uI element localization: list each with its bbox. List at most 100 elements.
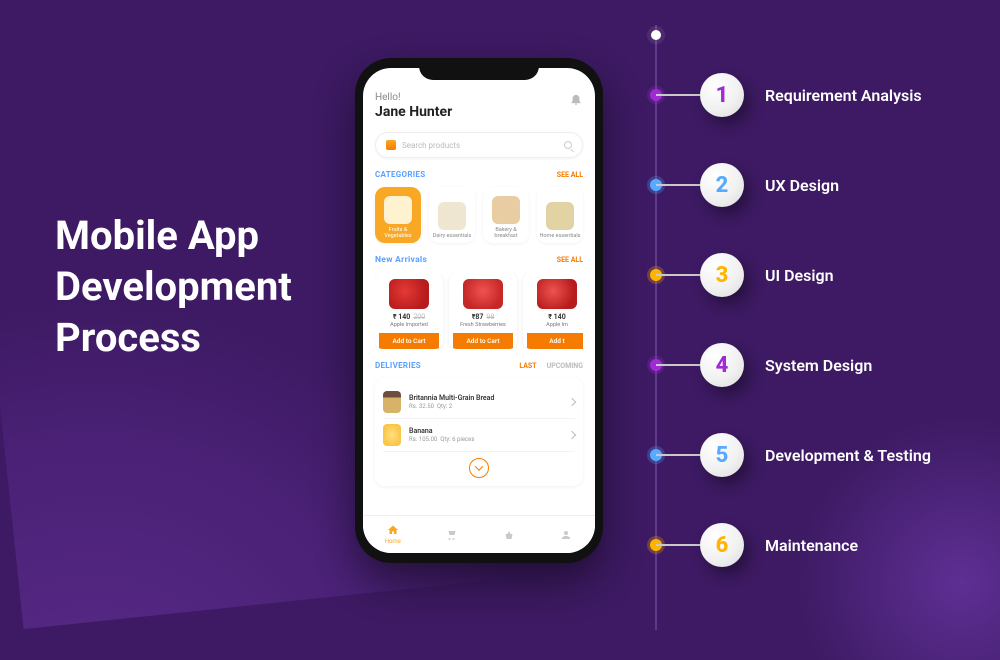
headline-line-1: Mobile App (55, 210, 292, 261)
step-node-5: 5 (700, 433, 744, 477)
step-number: 6 (716, 533, 729, 558)
timeline-start-dot (651, 30, 661, 40)
category-item[interactable]: Dairy essentials (429, 187, 475, 243)
delivery-image (383, 391, 401, 413)
product-card[interactable]: ₹ 140200 Apple Imported Add to Cart (375, 273, 443, 349)
process-timeline (655, 25, 657, 630)
step-node-3: 3 (700, 253, 744, 297)
step-node-6: 6 (700, 523, 744, 567)
delivery-qty: Qty: 2 (437, 403, 452, 410)
nav-basket[interactable] (502, 529, 516, 541)
product-image (389, 279, 429, 309)
nav-home[interactable]: Home (385, 524, 401, 545)
step-node-4: 4 (700, 343, 744, 387)
search-placeholder: Search products (402, 141, 460, 150)
delivery-qty: Qty: 6 pieces (440, 436, 474, 443)
step-node-2: 2 (700, 163, 744, 207)
delivery-name: Banana (409, 427, 561, 435)
category-item[interactable]: Fruits & Vegetables (375, 187, 421, 243)
category-item[interactable]: Bakery & breakfast (483, 187, 529, 243)
product-card[interactable]: ₹ 140 Apple Im Add t (523, 273, 583, 349)
arrivals-see-all[interactable]: SEE ALL (557, 256, 583, 264)
step-label: Development & Testing (765, 446, 931, 465)
step-label: Maintenance (765, 536, 858, 555)
search-input[interactable]: Search products (375, 132, 583, 158)
product-name: Apple Imported (390, 322, 428, 328)
product-old-price: 200 (413, 313, 425, 321)
product-image (537, 279, 577, 309)
chevron-right-icon (568, 398, 576, 406)
product-old-price: 98 (486, 313, 494, 321)
add-to-cart-button[interactable]: Add to Cart (379, 333, 439, 349)
step-label: System Design (765, 356, 872, 375)
background-blob (780, 400, 1000, 660)
category-label: Home essentials (539, 233, 580, 239)
nav-profile[interactable] (559, 529, 573, 541)
user-name: Jane Hunter (375, 104, 452, 120)
connector-line (656, 94, 700, 96)
cart-icon (444, 529, 458, 541)
step-number: 2 (716, 173, 729, 198)
page-title: Mobile App Development Process (55, 210, 292, 364)
product-price: ₹87 (472, 313, 484, 321)
step-label: UX Design (765, 176, 839, 195)
step-label: UI Design (765, 266, 834, 285)
tab-upcoming[interactable]: UPCOMING (547, 362, 583, 370)
category-label: Dairy essentials (433, 233, 472, 239)
basket-icon (502, 529, 516, 541)
delivery-row[interactable]: Britannia Multi-Grain Bread Rs. 32.50 Qt… (383, 386, 575, 419)
delivery-image (383, 424, 401, 446)
product-price: ₹ 140 (393, 313, 410, 321)
categories-row: Fruits & Vegetables Dairy essentials Bak… (375, 187, 583, 243)
search-icon (564, 141, 572, 149)
deliveries-heading: DELIVERIES (375, 361, 421, 370)
product-price: ₹ 140 (548, 313, 565, 321)
add-to-cart-button[interactable]: Add t (527, 333, 583, 349)
category-label: Bakery & breakfast (485, 227, 527, 239)
headline-line-2: Development (55, 261, 292, 312)
product-name: Fresh Strawberries (460, 322, 506, 328)
add-to-cart-button[interactable]: Add to Cart (453, 333, 513, 349)
brand-icon (386, 140, 396, 150)
categories-see-all[interactable]: SEE ALL (557, 171, 583, 179)
greeting-label: Hello! (375, 92, 452, 103)
delivery-row[interactable]: Banana Rs. 105.00 Qty: 6 pieces (383, 419, 575, 452)
step-label: Requirement Analysis (765, 86, 922, 105)
chevron-right-icon (568, 431, 576, 439)
delivery-price: Rs. 32.50 (409, 403, 434, 410)
deliveries-card: Britannia Multi-Grain Bread Rs. 32.50 Qt… (375, 378, 583, 486)
product-image (463, 279, 503, 309)
step-node-1: 1 (700, 73, 744, 117)
category-label: Fruits & Vegetables (377, 227, 419, 239)
step-number: 5 (716, 443, 729, 468)
phone-mockup: Hello! Jane Hunter Search products CATEG… (355, 58, 603, 563)
product-card[interactable]: ₹8798 Fresh Strawberries Add to Cart (449, 273, 517, 349)
expand-button[interactable] (469, 458, 489, 478)
bottom-navbar: Home (363, 515, 595, 553)
home-icon (386, 524, 400, 536)
categories-heading: CATEGORIES (375, 170, 425, 179)
new-arrivals-heading: New Arrivals (375, 255, 427, 265)
category-item[interactable]: Home essentials (537, 187, 583, 243)
delivery-name: Britannia Multi-Grain Bread (409, 394, 561, 402)
step-number: 4 (716, 353, 729, 378)
nav-cart[interactable] (444, 529, 458, 541)
step-number: 3 (716, 263, 729, 288)
tab-last[interactable]: LAST (519, 362, 536, 370)
connector-line (656, 274, 700, 276)
connector-line (656, 364, 700, 366)
bell-icon[interactable] (569, 92, 583, 106)
connector-line (656, 184, 700, 186)
nav-label: Home (385, 538, 401, 545)
connector-line (656, 544, 700, 546)
phone-notch (419, 58, 539, 80)
new-arrivals-row: ₹ 140200 Apple Imported Add to Cart ₹879… (375, 273, 583, 349)
headline-line-3: Process (55, 312, 292, 363)
connector-line (656, 454, 700, 456)
delivery-price: Rs. 105.00 (409, 436, 437, 443)
user-icon (559, 529, 573, 541)
step-number: 1 (716, 83, 729, 108)
product-name: Apple Im (546, 322, 568, 328)
phone-screen: Hello! Jane Hunter Search products CATEG… (363, 68, 595, 553)
phone-frame: Hello! Jane Hunter Search products CATEG… (355, 58, 603, 563)
